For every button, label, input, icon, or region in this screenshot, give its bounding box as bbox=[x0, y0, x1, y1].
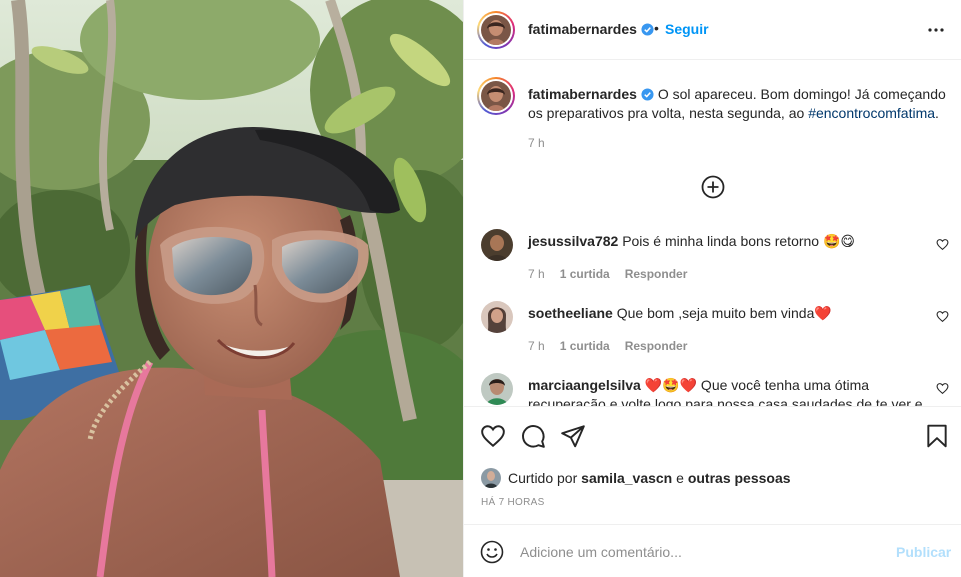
caption-avatar-image bbox=[481, 81, 511, 111]
post-photo[interactable] bbox=[0, 0, 463, 577]
commenter-avatar[interactable] bbox=[481, 229, 513, 261]
author-username-link[interactable]: fatimabernardes bbox=[528, 21, 654, 37]
instagram-post: fatimabernardes • Seguir fatimabernardes… bbox=[0, 0, 961, 577]
author-avatar-image bbox=[481, 15, 511, 45]
comment-item: marciaangelsilva ❤️🤩❤️ Que você tenha um… bbox=[464, 373, 961, 406]
comment-likes[interactable]: 1 curtida bbox=[560, 267, 610, 281]
more-options-icon[interactable] bbox=[926, 20, 946, 40]
commenter-avatar-image bbox=[481, 373, 513, 405]
comment-meta: 7 h 1 curtida Responder bbox=[528, 339, 702, 353]
add-comment-bar: Publicar bbox=[464, 524, 961, 577]
comment-username[interactable]: marciaangelsilva bbox=[528, 377, 641, 393]
comment-time[interactable]: 7 h bbox=[528, 339, 545, 353]
post-side-panel: fatimabernardes • Seguir fatimabernardes… bbox=[463, 0, 961, 577]
post-caption: fatimabernardes O sol apareceu. Bom domi… bbox=[528, 85, 948, 123]
comment-input[interactable] bbox=[520, 541, 880, 563]
likes-others[interactable]: outras pessoas bbox=[688, 470, 791, 486]
author-avatar[interactable] bbox=[477, 11, 515, 49]
commenter-avatar-image bbox=[481, 229, 513, 261]
follow-button[interactable]: Seguir bbox=[665, 21, 709, 37]
caption-period: . bbox=[935, 105, 939, 121]
caption-author-avatar[interactable] bbox=[477, 77, 515, 115]
comment-icon[interactable] bbox=[520, 423, 546, 449]
commenter-avatar-image bbox=[481, 301, 513, 333]
bookmark-icon[interactable] bbox=[924, 423, 950, 449]
caption-verified-badge-icon bbox=[641, 88, 654, 101]
comment-item: soetheeliane Que bom ,seja muito bem vin… bbox=[464, 301, 961, 373]
publish-button[interactable]: Publicar bbox=[896, 544, 951, 560]
caption-hashtag[interactable]: #encontrocomfatima bbox=[808, 105, 935, 121]
comment-text: Que bom ,seja muito bem vinda❤️ bbox=[616, 305, 832, 321]
caption-username[interactable]: fatimabernardes bbox=[528, 86, 637, 102]
comment-likes[interactable]: 1 curtida bbox=[560, 339, 610, 353]
comment-text: Pois é minha linda bons retorno 🤩😋 bbox=[622, 233, 855, 249]
comment-time[interactable]: 7 h bbox=[528, 267, 545, 281]
comment-item: jesussilva782 Pois é minha linda bons re… bbox=[464, 229, 961, 301]
likes-prefix: Curtido por bbox=[508, 470, 578, 486]
comments-list[interactable]: fatimabernardes O sol apareceu. Bom domi… bbox=[464, 61, 961, 406]
post-header: fatimabernardes • Seguir bbox=[464, 0, 961, 60]
author-username[interactable]: fatimabernardes bbox=[528, 21, 637, 37]
comment-meta: 7 h 1 curtida Responder bbox=[528, 267, 702, 281]
comment-body: jesussilva782 Pois é minha linda bons re… bbox=[528, 232, 938, 251]
verified-badge-icon bbox=[641, 23, 654, 36]
commenter-avatar[interactable] bbox=[481, 301, 513, 333]
send-icon[interactable] bbox=[560, 423, 586, 449]
liker-avatar-image bbox=[481, 468, 501, 488]
post-timestamp[interactable]: HÁ 7 HORAS bbox=[481, 497, 545, 508]
commenter-avatar[interactable] bbox=[481, 373, 513, 405]
load-more-comments-icon[interactable] bbox=[701, 175, 725, 199]
comment-like-heart-icon[interactable] bbox=[936, 382, 949, 395]
liker-avatar bbox=[481, 468, 501, 488]
comment-username[interactable]: jesussilva782 bbox=[528, 233, 618, 249]
caption-time[interactable]: 7 h bbox=[528, 136, 545, 150]
likes-summary[interactable]: Curtido por samila_vascn e outras pessoa… bbox=[481, 467, 791, 489]
post-actions: Curtido por samila_vascn e outras pessoa… bbox=[464, 406, 961, 526]
comment-reply-button[interactable]: Responder bbox=[625, 267, 688, 281]
comment-like-heart-icon[interactable] bbox=[936, 310, 949, 323]
comment-like-heart-icon[interactable] bbox=[936, 238, 949, 251]
likes-user[interactable]: samila_vascn bbox=[581, 470, 672, 486]
header-separator: • bbox=[654, 20, 659, 36]
likes-middle: e bbox=[676, 470, 684, 486]
selfie-photo bbox=[0, 0, 463, 577]
comment-body: soetheeliane Que bom ,seja muito bem vin… bbox=[528, 304, 938, 323]
comment-username[interactable]: soetheeliane bbox=[528, 305, 613, 321]
comment-reply-button[interactable]: Responder bbox=[625, 339, 688, 353]
comment-body: marciaangelsilva ❤️🤩❤️ Que você tenha um… bbox=[528, 376, 938, 406]
heart-icon[interactable] bbox=[480, 423, 506, 449]
emoji-icon[interactable] bbox=[480, 540, 504, 564]
